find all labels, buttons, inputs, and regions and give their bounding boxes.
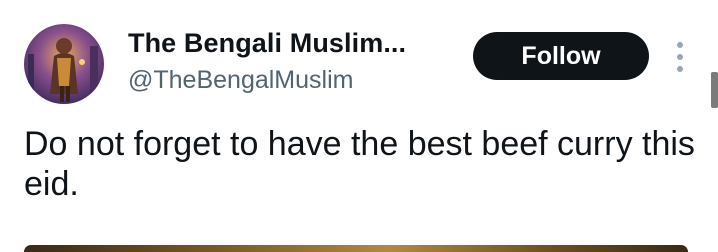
more-dot [677,66,683,72]
tweet-media-image[interactable] [24,245,688,252]
display-name[interactable]: The Bengali Muslim... [128,28,406,59]
more-dot [677,42,683,48]
more-dot [677,54,683,60]
avatar[interactable] [24,24,104,104]
user-handle[interactable]: @TheBengalMuslim [128,66,353,95]
more-vertical-icon[interactable] [668,40,692,74]
tweet-text: Do not forget to have the best beef curr… [24,125,695,203]
follow-button[interactable]: Follow [473,32,649,80]
avatar-portrait-icon [24,24,104,104]
scrollbar-thumb[interactable] [711,72,718,108]
